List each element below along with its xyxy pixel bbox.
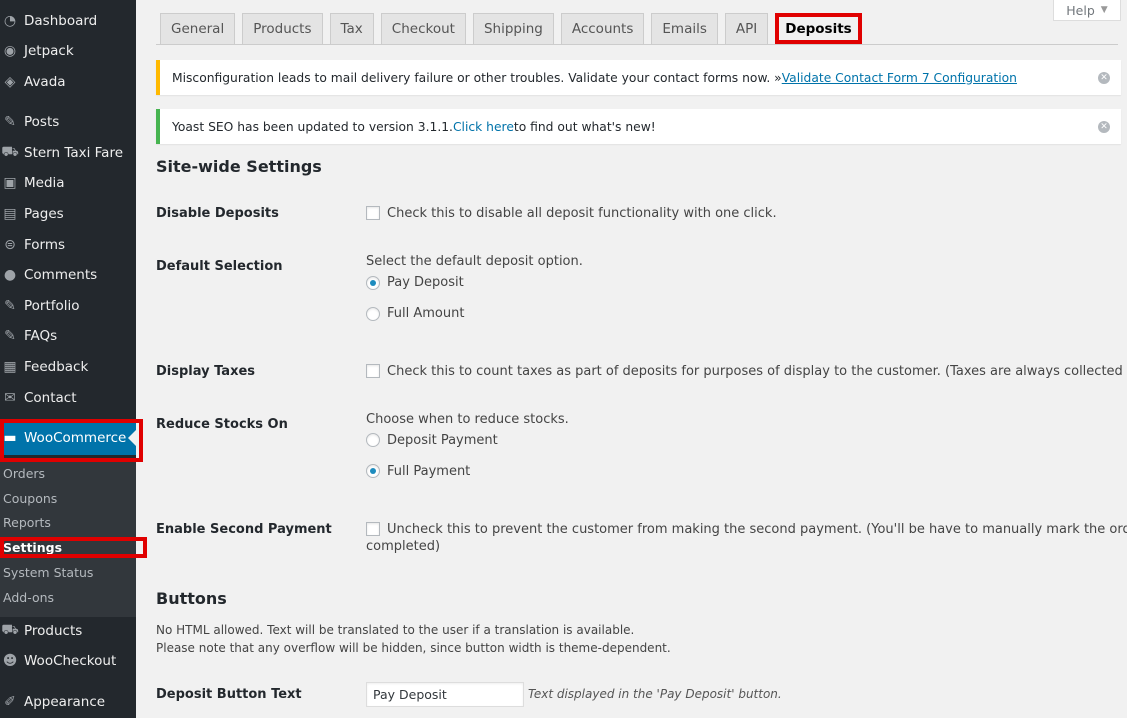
radio-pay-deposit-label: Pay Deposit [387, 275, 464, 290]
menu-item-portfolio[interactable]: ✎ Portfolio [0, 291, 136, 321]
section-title-buttons: Buttons [156, 589, 227, 608]
label-display-taxes: Display Taxes [156, 364, 256, 379]
notice-yoast-text-after: to find out what's new! [513, 119, 656, 134]
pin-icon: ✎ [4, 328, 16, 344]
menu-item-woocheckout[interactable]: ☻ WooCheckout [0, 646, 136, 676]
deposit-button-text-input[interactable] [366, 682, 524, 707]
jetpack-icon: ◉ [3, 43, 17, 59]
submenu-item-add-ons[interactable]: Add-ons [3, 586, 54, 608]
brush-icon: ✐ [4, 694, 16, 710]
woo-icon: ▬ [3, 430, 17, 446]
menu-item-stern-taxi-fare[interactable]: ⛟ Stern Taxi Fare [0, 138, 136, 168]
yoast-click-here-link[interactable]: Click here [453, 120, 514, 134]
tab-api[interactable]: API [724, 13, 769, 44]
menu-item-contact[interactable]: ✉ Contact [0, 383, 136, 413]
dismiss-icon[interactable]: ✕ [1098, 120, 1110, 133]
enable-second-payment-checkbox[interactable] [366, 522, 380, 536]
submenu-item-settings[interactable]: Settings [3, 536, 62, 558]
menu-item-appearance[interactable]: ✐ Appearance [0, 687, 136, 717]
display-taxes-text: Check this to count taxes as part of dep… [387, 364, 1127, 379]
media-icon: ▣ [3, 175, 17, 191]
tab-deposits[interactable]: Deposits [775, 13, 862, 44]
radio-full-amount-label: Full Amount [387, 306, 465, 321]
menu-item-products[interactable]: ⛟ Products [0, 616, 136, 646]
submenu-item-coupons[interactable]: Coupons [3, 487, 57, 509]
second-payment-text-line2: completed) [366, 539, 441, 554]
settings-tabs: General Products Tax Checkout Shipping A… [160, 13, 869, 45]
menu-item-media[interactable]: ▣ Media [0, 168, 136, 198]
menu-item-woocommerce[interactable]: ▬ WooCommerce [0, 421, 136, 455]
forms-icon: ⊜ [4, 237, 16, 253]
notice-yoast: Yoast SEO has been updated to version 3.… [156, 109, 1121, 144]
tab-checkout[interactable]: Checkout [380, 13, 466, 44]
menu-item-forms[interactable]: ⊜ Forms [0, 230, 136, 260]
buttons-desc-line1: No HTML allowed. Text will be translated… [156, 623, 635, 637]
label-reduce-stocks: Reduce Stocks On [156, 417, 288, 432]
label-enable-second-payment: Enable Second Payment [156, 522, 332, 537]
comment-icon: ● [3, 267, 17, 283]
label-default-selection: Default Selection [156, 259, 283, 274]
radio-deposit-payment[interactable] [366, 433, 380, 447]
person-icon: ☻ [2, 653, 18, 669]
second-payment-text-line1: Uncheck this to prevent the customer fro… [387, 522, 1127, 537]
menu-item-comments[interactable]: ● Comments [0, 260, 136, 290]
active-menu-arrow [128, 430, 136, 446]
pin-icon: ✎ [4, 114, 16, 130]
default-selection-text: Select the default deposit option. [366, 254, 583, 269]
radio-full-payment[interactable] [366, 464, 380, 478]
dismiss-icon[interactable]: ✕ [1098, 71, 1110, 84]
menu-item-faqs[interactable]: ✎ FAQs [0, 321, 136, 351]
radio-full-amount[interactable] [366, 307, 380, 321]
tab-accounts[interactable]: Accounts [560, 13, 645, 44]
notice-yoast-text: Yoast SEO has been updated to version 3.… [172, 119, 453, 134]
submenu-item-orders[interactable]: Orders [3, 462, 45, 484]
dashboard-icon: ◔ [3, 13, 17, 29]
menu-item-feedback[interactable]: ▦ Feedback [0, 352, 136, 382]
tab-shipping[interactable]: Shipping [472, 13, 554, 44]
radio-pay-deposit[interactable] [366, 276, 380, 290]
help-button[interactable]: Help ▼ [1053, 0, 1121, 21]
submenu-item-system-status[interactable]: System Status [3, 561, 93, 583]
menu-item-posts[interactable]: ✎ Posts [0, 107, 136, 137]
deposit-button-text-desc: Text displayed in the 'Pay Deposit' butt… [528, 687, 782, 701]
radio-deposit-payment-label: Deposit Payment [387, 433, 498, 448]
tab-tax[interactable]: Tax [329, 13, 374, 44]
section-title-site-wide: Site-wide Settings [156, 157, 322, 176]
submenu-item-reports[interactable]: Reports [3, 511, 51, 533]
disable-deposits-checkbox[interactable] [366, 206, 380, 220]
menu-item-avada[interactable]: ◈ Avada [0, 67, 136, 97]
menu-item-pages[interactable]: ▤ Pages [0, 199, 136, 229]
radio-full-payment-label: Full Payment [387, 464, 471, 479]
tab-divider [156, 44, 1118, 45]
cart-icon: ⛟ [1, 144, 19, 160]
tab-general[interactable]: General [160, 13, 236, 44]
admin-sidebar: ◔ Dashboard ◉ Jetpack ◈ Avada ✎ Posts ⛟ … [0, 0, 136, 718]
chevron-down-icon: ▼ [1100, 5, 1108, 15]
mail-icon: ✉ [4, 390, 16, 406]
pages-icon: ▤ [3, 206, 17, 222]
disable-deposits-text: Check this to disable all deposit functi… [387, 206, 777, 221]
label-deposit-button-text: Deposit Button Text [156, 687, 302, 702]
feedback-icon: ▦ [3, 359, 17, 375]
menu-item-jetpack[interactable]: ◉ Jetpack [0, 36, 136, 66]
tab-products[interactable]: Products [242, 13, 323, 44]
cart-icon: ⛟ [1, 622, 19, 638]
buttons-desc-line2: Please note that any overflow will be hi… [156, 641, 671, 655]
validate-cf7-link[interactable]: Validate Contact Form 7 Configuration [782, 71, 1017, 85]
avada-icon: ◈ [4, 74, 16, 90]
notice-cf7-text: Misconfiguration leads to mail delivery … [172, 70, 782, 85]
tab-emails[interactable]: Emails [651, 13, 718, 44]
woocommerce-submenu: Orders Coupons Reports Settings System S… [0, 460, 136, 617]
pin-icon: ✎ [4, 298, 16, 314]
menu-item-dashboard[interactable]: ◔ Dashboard [0, 6, 136, 36]
notice-cf7: Misconfiguration leads to mail delivery … [156, 60, 1121, 95]
display-taxes-checkbox[interactable] [366, 364, 380, 378]
label-disable-deposits: Disable Deposits [156, 206, 279, 221]
reduce-stocks-text: Choose when to reduce stocks. [366, 412, 569, 427]
